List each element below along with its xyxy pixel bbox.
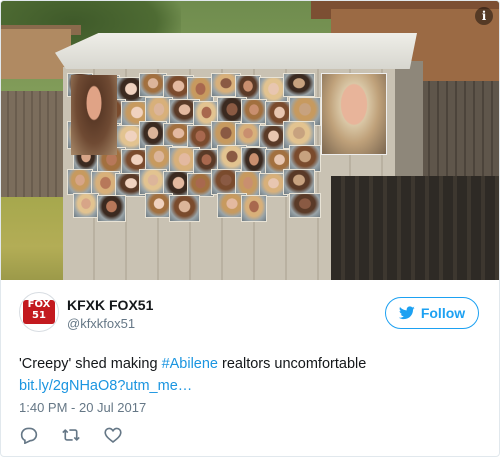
retweet-icon[interactable]	[61, 426, 81, 444]
author-handle[interactable]: @kfxkfox51	[67, 316, 135, 331]
avatar-logo-text: FOX 51	[23, 299, 55, 321]
collage-photo	[187, 173, 214, 197]
info-icon[interactable]: i	[475, 7, 493, 25]
photo-fence-left	[1, 91, 63, 203]
collage-photo	[241, 195, 267, 222]
avatar[interactable]: FOX 51	[19, 292, 59, 332]
photo-dark-fence	[331, 176, 499, 280]
collage-photo	[289, 193, 321, 218]
collage-photo	[289, 145, 321, 172]
collage-photo	[235, 123, 261, 147]
tweet-hashtag[interactable]: #Abilene	[162, 356, 218, 372]
follow-button[interactable]: Follow	[385, 297, 479, 329]
photo-shed-roof	[55, 33, 417, 69]
collage-photo	[241, 99, 267, 124]
collage-photo	[97, 195, 126, 222]
tweet-text: 'Creepy' shed making #Abilene realtors u…	[19, 353, 479, 375]
tweet-timestamp[interactable]: 1:40 PM - 20 Jul 2017	[19, 399, 146, 417]
collage-photo	[73, 193, 99, 218]
like-icon[interactable]	[103, 426, 123, 444]
avatar-logo-line2: 51	[32, 310, 46, 321]
avatar-logo-line1: FOX	[27, 299, 51, 310]
photo-portrait-right	[321, 73, 387, 155]
collage-photo	[169, 195, 200, 222]
tweet-text-after: realtors uncomfortable	[218, 356, 367, 372]
author-name[interactable]: KFXK FOX51	[67, 297, 153, 313]
collage-photo	[67, 169, 93, 195]
reply-icon[interactable]	[19, 426, 39, 444]
photo-portrait-left	[71, 75, 117, 155]
tweet-card: i FOX 51 KFXK FOX51 @kfxkfox51 Follow 'C…	[0, 0, 500, 457]
follow-label: Follow	[420, 305, 466, 321]
collage-photo	[283, 169, 315, 195]
collage-photo	[283, 73, 315, 97]
tweet-photo[interactable]: i	[1, 1, 499, 280]
tweet-link[interactable]: bit.ly/2gNHaO8?utm_me…	[19, 375, 192, 397]
tweet-text-before: 'Creepy' shed making	[19, 356, 162, 372]
twitter-bird-icon	[398, 306, 415, 320]
tweet-actions	[19, 425, 123, 445]
